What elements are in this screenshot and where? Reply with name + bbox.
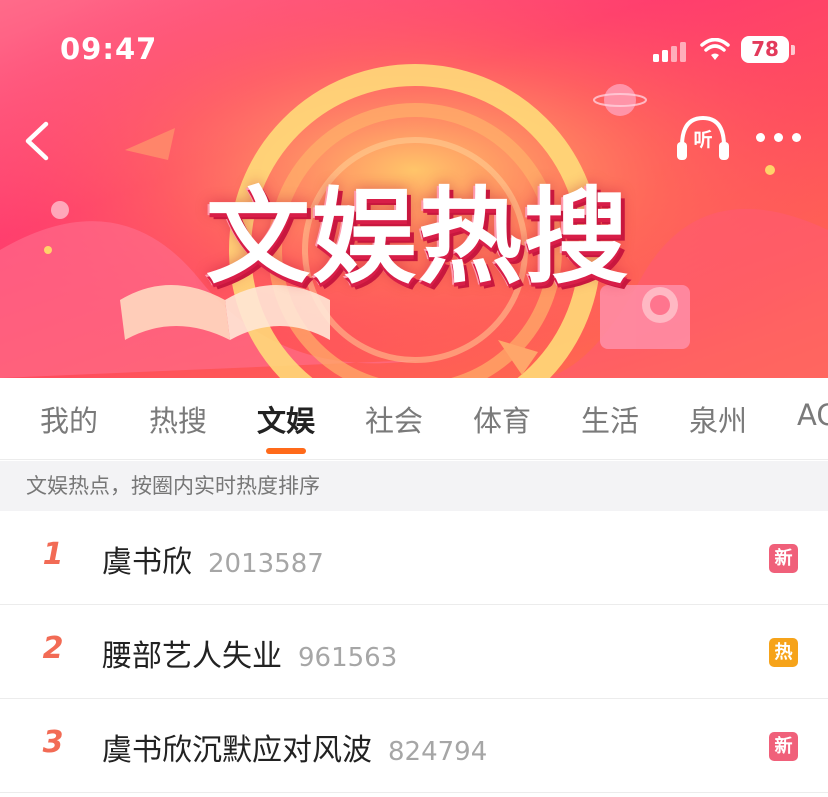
category-tab-bar: 我的 热搜 文娱 社会 体育 生活 泉州 AC xyxy=(0,378,828,460)
list-item[interactable]: 2 腰部艺人失业 961563 热 xyxy=(0,605,828,699)
tab-acg[interactable]: AC xyxy=(797,398,828,432)
tab-society[interactable]: 社会 xyxy=(365,398,423,440)
list-description: 文娱热点，按圈内实时热度排序 xyxy=(0,461,828,511)
active-tab-indicator xyxy=(266,448,306,454)
tab-quanzhou[interactable]: 泉州 xyxy=(689,398,747,440)
header-banner: 09:47 78 听 文娱热搜 xyxy=(0,0,828,378)
battery-tip xyxy=(791,45,795,55)
heat-count: 961563 xyxy=(298,643,398,673)
cellular-signal-icon xyxy=(653,40,691,62)
rank-number: 3 xyxy=(42,725,64,760)
tab-mine[interactable]: 我的 xyxy=(40,398,98,440)
more-dot-icon xyxy=(774,133,783,142)
rank-number: 1 xyxy=(42,537,64,572)
item-title: 腰部艺人失业 xyxy=(102,639,282,674)
item-title-wrap: 虞书欣沉默应对风波 824794 xyxy=(102,725,487,769)
rank-number: 2 xyxy=(42,631,64,666)
listen-button[interactable]: 听 xyxy=(674,112,732,164)
status-time: 09:47 xyxy=(60,32,158,66)
new-badge: 新 xyxy=(769,732,798,761)
back-button[interactable] xyxy=(18,118,54,164)
item-title-wrap: 腰部艺人失业 961563 xyxy=(102,631,397,675)
heat-count: 2013587 xyxy=(208,549,324,579)
page-title: 文娱热搜 xyxy=(205,176,630,298)
listen-label: 听 xyxy=(693,129,713,151)
wifi-icon xyxy=(700,38,730,60)
list-item[interactable]: 1 虞书欣 2013587 新 xyxy=(0,511,828,605)
item-title: 虞书欣沉默应对风波 xyxy=(102,733,372,768)
heat-count: 824794 xyxy=(388,737,488,767)
more-options-button[interactable] xyxy=(754,128,804,148)
tab-life[interactable]: 生活 xyxy=(581,398,639,440)
item-title: 虞书欣 xyxy=(102,545,192,580)
battery-indicator: 78 xyxy=(741,36,789,63)
hot-badge: 热 xyxy=(769,638,798,667)
new-badge: 新 xyxy=(769,544,798,573)
hot-search-list: 1 虞书欣 2013587 新 2 腰部艺人失业 961563 热 3 虞书欣沉默应… xyxy=(0,511,828,793)
list-item[interactable]: 3 虞书欣沉默应对风波 824794 新 xyxy=(0,699,828,793)
status-bar: 09:47 78 xyxy=(0,0,828,100)
tab-sports[interactable]: 体育 xyxy=(473,398,531,440)
item-title-wrap: 虞书欣 2013587 xyxy=(102,537,324,581)
tab-entertainment[interactable]: 文娱 xyxy=(257,398,315,440)
more-dot-icon xyxy=(756,133,765,142)
more-dot-icon xyxy=(792,133,801,142)
tab-hot-search[interactable]: 热搜 xyxy=(149,398,207,440)
